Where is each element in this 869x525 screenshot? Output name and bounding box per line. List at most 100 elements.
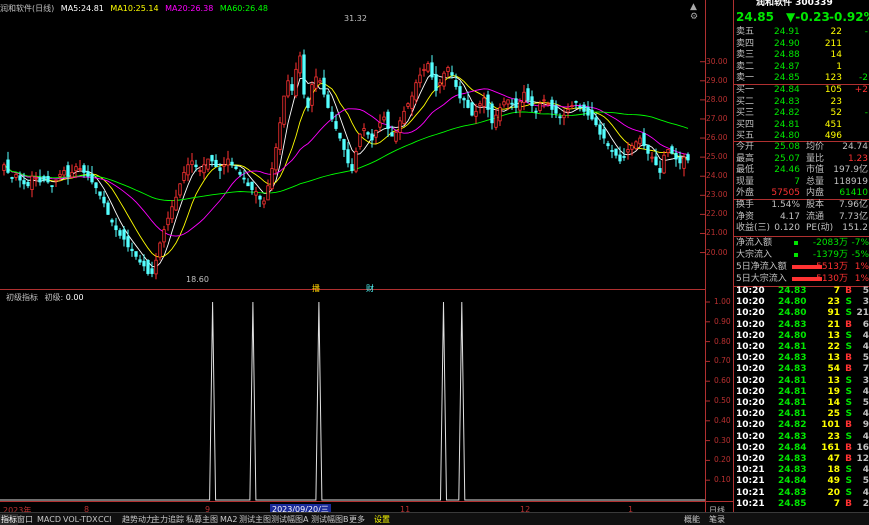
tab-8[interactable]: MA2 <box>219 514 238 525</box>
tick-side: B <box>845 420 852 431</box>
buy-level-row[interactable]: 买三 24.82 52 - <box>734 107 869 119</box>
kline-chart-area[interactable]: 润和软件(日线) MA5:24.81 MA10:25.14 MA20:26.38… <box>0 0 733 515</box>
tick-row[interactable]: 10:21 24.85 7 B 2 <box>734 499 869 510</box>
indicator-tick: 0.30 <box>714 435 731 445</box>
candle[interactable] <box>146 259 150 276</box>
tick-count: 3 <box>862 297 869 308</box>
buy-level-row[interactable]: 买四 24.81 451 <box>734 119 869 131</box>
sell-level-volume: 22 <box>830 27 842 37</box>
buy-level-row[interactable]: 买二 24.83 23 <box>734 96 869 108</box>
chart-menu-icon[interactable]: ▲ <box>690 2 697 12</box>
candle[interactable] <box>302 49 306 99</box>
tab-3[interactable]: VOL-TDX <box>62 514 99 525</box>
low-marker: 18.60 <box>186 275 209 284</box>
tick-row[interactable]: 10:20 24.83 23 S 4 <box>734 432 869 443</box>
tick-row[interactable]: 10:20 24.81 25 S 4 <box>734 409 869 420</box>
tick-row[interactable]: 10:20 24.81 13 S 3 <box>734 376 869 387</box>
tab-6[interactable]: 主力追踪 <box>151 514 185 525</box>
chart-settings-icon[interactable]: ⚙ <box>690 12 698 22</box>
buy-level-row[interactable]: 买一 24.84 105 +2 <box>734 84 869 96</box>
candle[interactable] <box>282 95 286 128</box>
stat-label: 换手 <box>736 200 755 210</box>
sell-level-row[interactable]: 卖三 24.88 14 <box>734 49 869 61</box>
tick-time: 10:20 <box>736 364 765 375</box>
tab-right-0[interactable]: 概能 <box>683 514 701 525</box>
sell-level-row[interactable]: 卖四 24.90 211 <box>734 38 869 50</box>
sell-level-row[interactable]: 卖一 24.85 123 -2 <box>734 72 869 84</box>
tick-row[interactable]: 10:20 24.80 91 S 21 <box>734 308 869 319</box>
tick-time: 10:20 <box>736 353 765 364</box>
tick-time: 10:20 <box>736 330 765 341</box>
sell-level-volume: 1 <box>836 61 842 72</box>
tick-row[interactable]: 10:20 24.84 161 B 16 <box>734 443 869 454</box>
tab-4[interactable]: CCI <box>97 514 113 525</box>
tab-right-1[interactable]: 笔录 <box>708 514 726 525</box>
tab-5[interactable]: 趋势动力 <box>121 514 155 525</box>
tick-row[interactable]: 10:20 24.80 23 S 3 <box>734 297 869 308</box>
stats-row: 外盘 57505 内盘 61410 <box>734 187 869 199</box>
tick-row[interactable]: 10:20 24.80 13 S 4 <box>734 331 869 342</box>
tick-row[interactable]: 10:20 24.83 54 B 7 <box>734 364 869 375</box>
candle[interactable] <box>470 101 474 117</box>
tick-time: 10:20 <box>736 398 765 408</box>
stat-label: 量比 <box>806 153 825 164</box>
tick-row[interactable]: 10:20 24.81 19 S 4 <box>734 387 869 398</box>
tab-11[interactable]: 测试幅图B <box>310 514 350 525</box>
tick-count: 5 <box>862 353 869 364</box>
event-marker-2[interactable]: 财 <box>366 283 374 294</box>
tick-volume: 23 <box>827 297 840 308</box>
stat-label: 收益(三) <box>736 223 771 233</box>
kline-chart-svg[interactable] <box>0 0 733 512</box>
candle[interactable] <box>354 147 358 174</box>
indicator-tick: 0.50 <box>714 396 731 405</box>
tick-row[interactable]: 10:20 24.81 14 S 5 <box>734 398 869 409</box>
tab-9[interactable]: 测试主图 <box>238 514 272 525</box>
price-header: 24.85 ▼-0.23 -0.92% <box>734 9 869 25</box>
flow-value: 5130万 <box>816 274 848 284</box>
tick-row[interactable]: 10:20 24.83 13 B 5 <box>734 353 869 364</box>
tick-price: 24.81 <box>778 386 807 397</box>
sell-level-row[interactable]: 卖二 24.87 1 <box>734 61 869 73</box>
candle[interactable] <box>278 117 282 155</box>
tab-10[interactable]: 测试幅图A <box>270 514 309 525</box>
tick-row[interactable]: 10:20 24.81 22 S 4 <box>734 342 869 353</box>
tick-row[interactable]: 10:21 24.83 20 S 4 <box>734 488 869 499</box>
tab-13[interactable]: 设置 <box>373 514 391 525</box>
indicator-tick: 0.80 <box>714 336 731 346</box>
quote-panel: 润和软件 300339 24.85 ▼-0.23 -0.92% 卖五24.912… <box>733 0 869 512</box>
tab-12[interactable]: 更多 <box>348 514 366 525</box>
stat-label: 最高 <box>736 153 755 164</box>
tick-row[interactable]: 10:21 24.84 49 S 5 <box>734 476 869 487</box>
tab-1[interactable]: 窗口 <box>16 514 34 525</box>
tick-row[interactable]: 10:20 24.83 47 B 12 <box>734 454 869 465</box>
tick-row[interactable]: 10:21 24.83 18 S 4 <box>734 465 869 476</box>
stats-row: 今开 25.08 均价 24.74 <box>734 141 869 153</box>
stat-value: 118919 <box>833 176 868 187</box>
tick-volume: 21 <box>827 319 840 330</box>
stat-label: 内盘 <box>806 188 825 198</box>
tick-price: 24.83 <box>778 353 807 364</box>
tick-count: 12 <box>856 454 869 464</box>
event-marker-1[interactable]: 播 <box>312 283 320 294</box>
bottom-tab-bar: 指标 窗口 MACD VOL-TDX CCI 趋势动力 主力追踪 私募主图 MA2 测试主图 测试幅… <box>0 512 869 525</box>
indicator-tick: 0.10 <box>714 475 731 485</box>
high-marker: 31.32 <box>344 14 367 23</box>
sell-level-row[interactable]: 卖五 24.91 22 - <box>734 26 869 38</box>
tick-time: 10:20 <box>736 442 765 453</box>
candle[interactable] <box>634 140 638 151</box>
tick-row[interactable]: 10:20 24.82 101 B 9 <box>734 420 869 431</box>
stats-row: 净资 4.17 流通 7.73亿 <box>734 211 869 223</box>
stat-value: 0.120 <box>774 223 800 233</box>
tab-7[interactable]: 私募主图 <box>185 514 219 525</box>
candle[interactable] <box>414 79 418 104</box>
tick-time: 10:20 <box>736 308 765 319</box>
sell-level-price: 24.85 <box>774 73 800 83</box>
tab-2[interactable]: MACD <box>36 514 62 525</box>
indicator-title: 初级指标 <box>6 293 38 302</box>
tick-price: 24.81 <box>778 375 807 386</box>
tick-price: 24.82 <box>778 420 807 431</box>
sell-level-label: 卖五 <box>736 27 755 37</box>
tick-row[interactable]: 10:20 24.83 21 B 6 <box>734 320 869 331</box>
tick-row[interactable]: 10:20 24.83 7 B 5 <box>734 286 869 297</box>
stock-period-label: 润和软件(日线) <box>0 4 55 13</box>
